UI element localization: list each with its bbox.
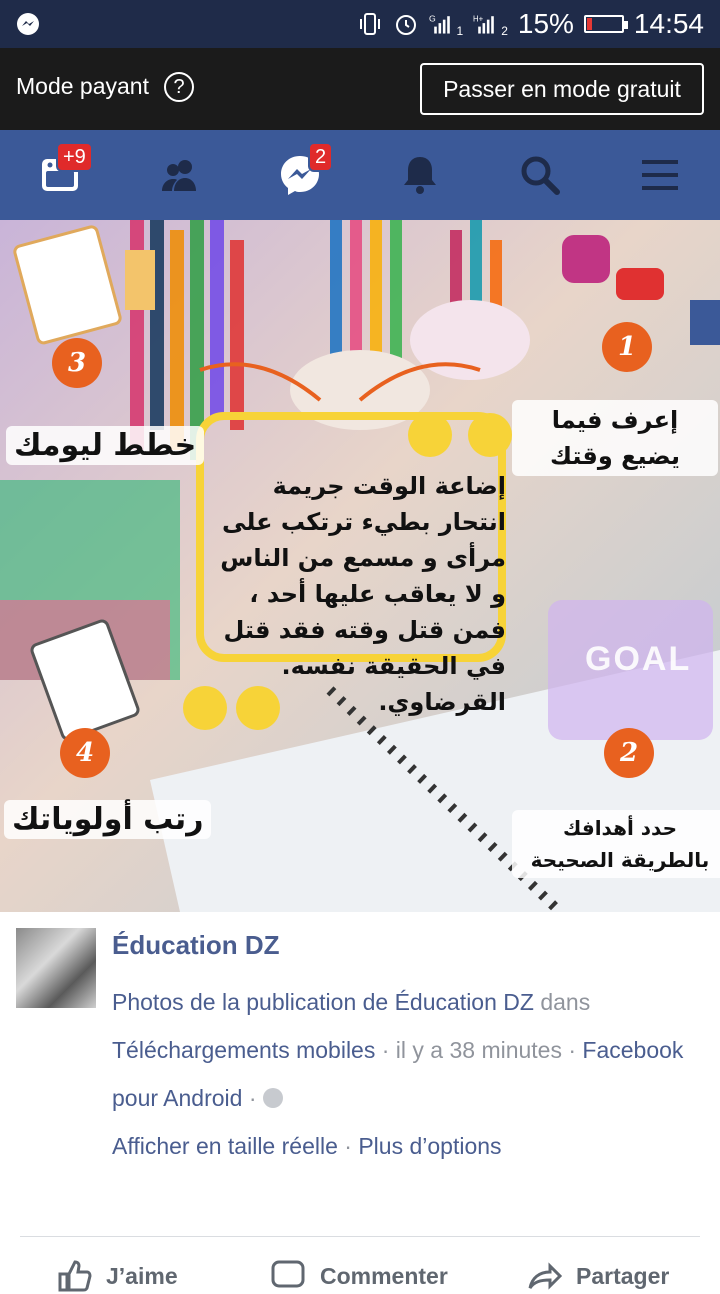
status-right: G 1 H+ 2 15% 14:54 bbox=[357, 8, 704, 40]
mode-label: Mode payant bbox=[16, 73, 149, 99]
label-know-time: إعرف فيما يضيع وقتك bbox=[512, 400, 718, 476]
post-meta: Photos de la publication de Éducation DZ… bbox=[112, 978, 708, 1170]
menu-icon bbox=[642, 160, 678, 190]
switch-free-mode-button[interactable]: Passer en mode gratuit bbox=[420, 63, 704, 115]
share-icon bbox=[528, 1262, 562, 1290]
post-photo[interactable]: إضاعة الوقت جريمة انتحار بطيء ترتكب على … bbox=[0, 220, 720, 912]
tab-notifications[interactable] bbox=[360, 130, 480, 220]
signal-sim2-icon: H+ bbox=[473, 14, 494, 34]
comment-icon bbox=[271, 1260, 305, 1288]
label-priorities: رتب أولوياتك bbox=[4, 800, 212, 839]
privacy-sep: · bbox=[242, 1085, 263, 1111]
album-suffix: dans bbox=[533, 989, 591, 1015]
tab-news-feed[interactable]: +9 bbox=[0, 130, 120, 220]
tab-menu[interactable] bbox=[600, 130, 720, 220]
tab-messenger[interactable]: 2 bbox=[240, 130, 360, 220]
bell-icon bbox=[404, 157, 436, 194]
mobile-uploads-link[interactable]: Téléchargements mobiles bbox=[112, 1037, 375, 1063]
label-plan-day: خطط ليومك bbox=[6, 426, 205, 465]
alarm-icon bbox=[395, 15, 416, 35]
comment-button[interactable]: Commenter bbox=[270, 1258, 448, 1294]
more-options-link[interactable]: Plus d’options bbox=[358, 1133, 501, 1159]
page-avatar[interactable] bbox=[16, 928, 96, 1008]
share-button[interactable]: Partager bbox=[526, 1258, 669, 1294]
help-icon[interactable]: ? bbox=[164, 72, 194, 102]
messenger-badge: 2 bbox=[308, 142, 334, 172]
goal-text: GOAL bbox=[585, 640, 692, 678]
globe-icon bbox=[262, 1087, 283, 1108]
data-mode-bar: Mode payant ? Passer en mode gratuit bbox=[0, 48, 720, 130]
label-goals: حدد أهدافك بالطريقة الصحيحة bbox=[512, 810, 720, 878]
svg-text:H+: H+ bbox=[473, 14, 484, 23]
share-label: Partager bbox=[576, 1262, 670, 1289]
timestamp: · il y a 38 minutes · bbox=[375, 1037, 583, 1063]
search-icon bbox=[521, 156, 560, 195]
post-details: Éducation DZ Photos de la publication de… bbox=[0, 912, 720, 1292]
thumbs-up-icon bbox=[58, 1260, 92, 1292]
view-full-size-link[interactable]: Afficher en taille réelle bbox=[112, 1133, 338, 1159]
app-link[interactable]: Facebook bbox=[582, 1037, 683, 1063]
album-link[interactable]: Photos de la publication de Éducation DZ bbox=[112, 989, 534, 1015]
svg-text:G: G bbox=[429, 13, 436, 23]
step-number-1: 1 bbox=[602, 322, 652, 372]
battery-fill bbox=[586, 18, 593, 30]
quote-text: إضاعة الوقت جريمة انتحار بطيء ترتكب على … bbox=[220, 472, 506, 716]
top-nav: +9 2 bbox=[0, 130, 720, 220]
like-label: J’aime bbox=[106, 1262, 178, 1289]
messenger-icon bbox=[17, 13, 39, 35]
comment-label: Commenter bbox=[320, 1262, 448, 1289]
status-bar: G 1 H+ 2 15% 14:54 bbox=[0, 0, 720, 48]
news-feed-badge: +9 bbox=[56, 142, 93, 172]
app-link-cont[interactable]: pour Android bbox=[112, 1085, 242, 1111]
step-number-4: 4 bbox=[60, 728, 110, 778]
like-button[interactable]: J’aime bbox=[56, 1258, 178, 1294]
post-actions: J’aime Commenter Partager bbox=[0, 1252, 720, 1292]
sim2-label: 2 bbox=[501, 24, 508, 38]
clock: 14:54 bbox=[633, 8, 704, 39]
tab-search[interactable] bbox=[480, 130, 600, 220]
signal-sim1-icon: G bbox=[429, 13, 450, 34]
page-name-link[interactable]: Éducation DZ bbox=[112, 930, 280, 961]
tab-friends[interactable] bbox=[120, 130, 240, 220]
friends-icon bbox=[162, 160, 196, 191]
vibrate-icon bbox=[359, 13, 380, 35]
battery-percent: 15% bbox=[517, 8, 574, 39]
sim1-label: 1 bbox=[456, 24, 464, 38]
step-number-3: 3 bbox=[52, 338, 102, 388]
divider bbox=[20, 1236, 700, 1237]
battery-icon bbox=[583, 15, 628, 33]
step-number-2: 2 bbox=[604, 728, 654, 778]
options-sep: · bbox=[337, 1133, 359, 1159]
